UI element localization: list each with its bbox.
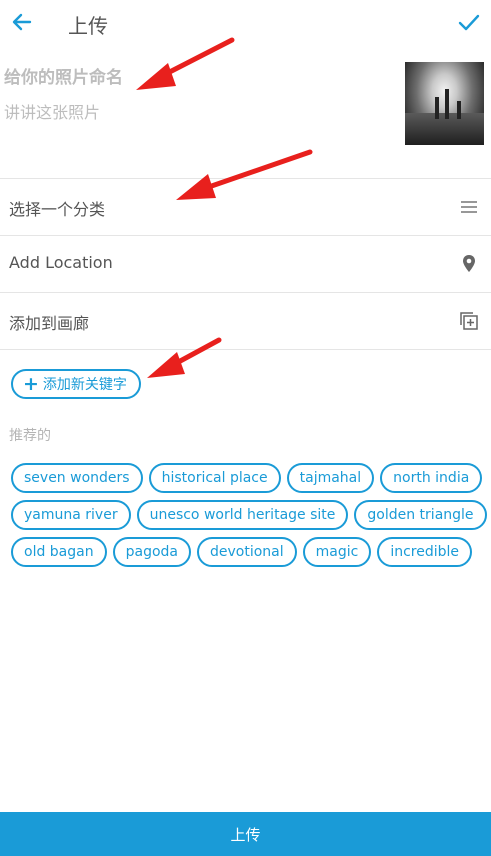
- tag-chip[interactable]: golden triangle: [354, 500, 487, 530]
- menu-lines-icon: [461, 201, 477, 213]
- tag-chip[interactable]: magic: [302, 537, 372, 567]
- add-to-gallery-icon: [460, 312, 478, 330]
- tag-row: old bagan pagoda devotional magic incred…: [11, 537, 481, 567]
- photo-thumbnail[interactable]: [405, 62, 484, 145]
- back-arrow-icon[interactable]: [8, 8, 36, 36]
- thumbnail-spire: [445, 89, 449, 119]
- category-selector[interactable]: 选择一个分类: [0, 178, 491, 235]
- tag-chip[interactable]: north india: [380, 463, 483, 493]
- plus-icon: +: [23, 372, 39, 395]
- thumbnail-spire: [457, 101, 461, 119]
- tag-chip[interactable]: historical place: [148, 463, 281, 493]
- location-selector[interactable]: Add Location: [0, 235, 491, 292]
- photo-details: [0, 46, 491, 178]
- check-icon[interactable]: [457, 10, 481, 34]
- tag-chip[interactable]: devotional: [197, 537, 297, 567]
- gallery-selector[interactable]: 添加到画廊: [0, 292, 491, 350]
- top-bar: 上传: [0, 0, 491, 46]
- photo-title-input[interactable]: [2, 64, 386, 92]
- add-keyword-label: 添加新关键字: [42, 377, 127, 393]
- map-pin-icon: [463, 255, 475, 272]
- tag-chip[interactable]: yamuna river: [11, 500, 131, 530]
- tag-chip[interactable]: seven wonders: [11, 463, 143, 493]
- location-label: Add Location: [9, 253, 113, 272]
- category-label: 选择一个分类: [9, 200, 106, 219]
- add-keyword-button[interactable]: + 添加新关键字: [11, 369, 141, 399]
- tag-chip[interactable]: pagoda: [112, 537, 191, 567]
- photo-description-input[interactable]: [2, 98, 386, 126]
- upload-button[interactable]: 上传: [0, 812, 491, 856]
- tag-chip[interactable]: tajmahal: [286, 463, 375, 493]
- thumbnail-spire: [435, 97, 439, 119]
- tag-chip[interactable]: unesco world heritage site: [136, 500, 349, 530]
- recommended-label: 推荐的: [9, 428, 51, 444]
- tag-chip[interactable]: old bagan: [11, 537, 107, 567]
- tag-row: seven wonders historical place tajmahal …: [11, 463, 483, 493]
- gallery-label: 添加到画廊: [9, 314, 90, 333]
- page-title: 上传: [68, 14, 108, 38]
- recommended-tags: seven wonders historical place tajmahal …: [11, 463, 487, 574]
- tag-row: yamuna river unesco world heritage site …: [11, 500, 487, 530]
- tag-chip[interactable]: incredible: [377, 537, 473, 567]
